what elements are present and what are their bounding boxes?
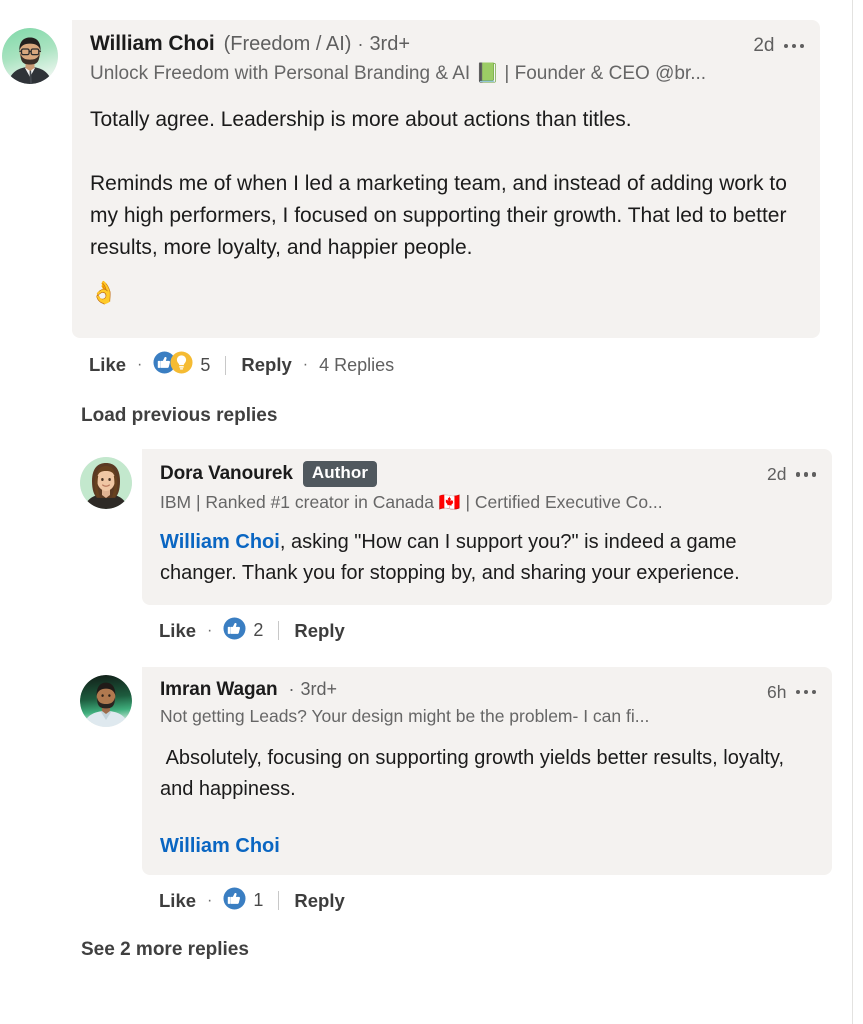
replies-count-button[interactable]: 4 Replies <box>319 355 394 376</box>
reaction-icon-stack <box>153 351 193 379</box>
reply-timestamp: 2d <box>767 464 787 484</box>
reply-time-group: 6h <box>755 679 816 703</box>
action-dot: · <box>137 356 143 373</box>
comment-author-name[interactable]: William Choi <box>90 32 215 56</box>
name-line: William Choi (Freedom / AI) · 3rd+ <box>90 32 706 56</box>
comment-william-choi: William Choi (Freedom / AI) · 3rd+ Unloc… <box>0 20 853 338</box>
reply-body: Absolutely, focusing on supporting growt… <box>160 746 790 800</box>
like-button[interactable]: Like <box>159 620 196 642</box>
name-separator: · <box>288 679 295 700</box>
like-button[interactable]: Like <box>89 354 126 376</box>
reaction-count: 1 <box>253 890 264 911</box>
reactions-summary[interactable]: 1 <box>223 887 263 915</box>
action-divider <box>225 355 227 375</box>
reply-time-group: 2d <box>755 461 816 485</box>
reply-author-name[interactable]: Dora Vanourek <box>160 463 293 485</box>
load-previous-replies-button[interactable]: Load previous replies <box>81 405 853 427</box>
reply-timestamp: 6h <box>767 681 787 702</box>
like-button[interactable]: Like <box>159 890 196 912</box>
reply-dora-vanourek: Dora Vanourek Author IBM | Ranked #1 cre… <box>0 449 853 605</box>
avatar-dora-vanourek[interactable] <box>80 457 132 509</box>
insightful-bulb-icon <box>170 351 193 379</box>
comment-author-suffix: (Freedom / AI) <box>223 32 352 55</box>
ellipsis-icon[interactable] <box>783 43 804 49</box>
avatar-imran-wagan[interactable] <box>80 674 132 727</box>
name-line: Imran Wagan · 3rd+ <box>160 679 649 701</box>
reaction-count: 2 <box>253 620 264 641</box>
reactions-summary[interactable]: 5 <box>153 351 210 379</box>
comment-body-paragraph-2: Reminds me of when I led a marketing tea… <box>90 172 793 259</box>
reply-header: Imran Wagan · 3rd+ Not getting Leads? Yo… <box>160 679 816 727</box>
action-dot: · <box>207 891 213 909</box>
reply-identity: Imran Wagan · 3rd+ Not getting Leads? Yo… <box>160 679 649 727</box>
reply-body: William Choi, asking "How can I support … <box>160 527 816 589</box>
ok-hand-emoji: 👌 <box>90 280 118 305</box>
reply-bubble-imran: Imran Wagan · 3rd+ Not getting Leads? Yo… <box>142 666 832 875</box>
comment-time-group: 2d <box>741 32 804 57</box>
comment-header: William Choi (Freedom / AI) · 3rd+ Unloc… <box>90 32 804 85</box>
name-separator: · <box>357 33 364 54</box>
like-thumb-icon <box>223 887 246 915</box>
reply-author-degree: 3rd+ <box>300 679 338 700</box>
comment-author-degree: 3rd+ <box>369 32 411 55</box>
reply-button[interactable]: Reply <box>241 354 291 376</box>
author-badge: Author <box>302 461 378 487</box>
action-dot-2: · <box>302 356 309 373</box>
mention-link-william-choi[interactable]: William Choi <box>160 531 280 553</box>
reply-button[interactable]: Reply <box>294 620 344 642</box>
reply-author-headline: Not getting Leads? Your design might be … <box>160 705 650 726</box>
mention-link-william-choi[interactable]: William Choi <box>160 833 816 859</box>
action-dot: · <box>207 621 213 639</box>
like-thumb-icon <box>223 617 246 645</box>
comment-identity: William Choi (Freedom / AI) · 3rd+ Unloc… <box>90 32 706 85</box>
reactions-summary[interactable]: 2 <box>223 617 263 645</box>
action-divider <box>278 621 280 641</box>
action-divider <box>278 891 280 911</box>
reply-action-bar-imran: Like · 1 Reply <box>159 887 853 915</box>
comment-body-paragraph-1: Totally agree. Leadership is more about … <box>90 108 632 131</box>
reply-action-bar-dora: Like · 2 Reply <box>159 617 853 645</box>
reaction-icon-stack <box>223 617 246 645</box>
reply-button[interactable]: Reply <box>294 890 344 912</box>
reply-author-headline: IBM | Ranked #1 creator in Canada 🇨🇦 | C… <box>160 491 663 512</box>
reply-author-name[interactable]: Imran Wagan <box>160 679 278 701</box>
avatar-william-choi[interactable] <box>2 28 58 84</box>
see-more-replies-button[interactable]: See 2 more replies <box>81 939 853 961</box>
comment-author-headline: Unlock Freedom with Personal Branding & … <box>90 63 707 84</box>
comment-bubble-william: William Choi (Freedom / AI) · 3rd+ Unloc… <box>72 20 820 338</box>
reply-header: Dora Vanourek Author IBM | Ranked #1 cre… <box>160 461 816 513</box>
reply-identity: Dora Vanourek Author IBM | Ranked #1 cre… <box>160 461 663 513</box>
reaction-icon-stack <box>223 887 246 915</box>
name-line: Dora Vanourek Author <box>160 461 663 487</box>
right-gutter <box>853 0 863 1024</box>
comment-timestamp: 2d <box>753 35 775 56</box>
reply-imran-wagan: Imran Wagan · 3rd+ Not getting Leads? Yo… <box>0 666 853 875</box>
reaction-count: 5 <box>200 354 211 375</box>
ellipsis-icon[interactable] <box>795 689 816 695</box>
comment-action-bar: Like · 5 Reply · 4 Replies <box>89 351 853 379</box>
linkedin-comment-thread: William Choi (Freedom / AI) · 3rd+ Unloc… <box>0 0 863 1024</box>
thread-container: William Choi (Freedom / AI) · 3rd+ Unloc… <box>0 0 853 961</box>
ellipsis-icon[interactable] <box>795 472 816 477</box>
reply-bubble-dora: Dora Vanourek Author IBM | Ranked #1 cre… <box>142 449 832 605</box>
